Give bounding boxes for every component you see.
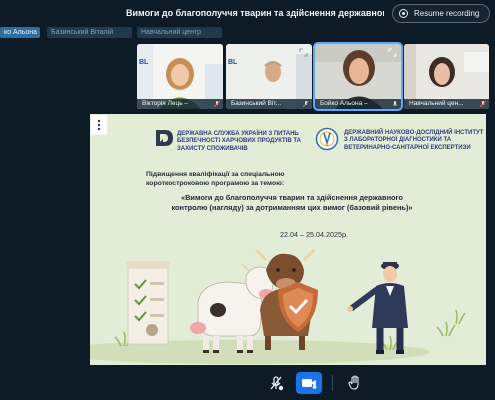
participant-tile[interactable]: BL Вікторія Лець –: [137, 44, 223, 109]
checklist-illustration: [126, 261, 170, 345]
raise-hand-button[interactable]: [342, 372, 368, 394]
camera-icon: [302, 379, 317, 389]
resume-recording-button[interactable]: Resume recording: [392, 4, 490, 23]
participant-name-bar: Бойко Альона –: [315, 99, 401, 109]
inspector-illustration: [347, 262, 408, 354]
top-bar: Вимоги до благополуччя тварин та здійсне…: [0, 0, 495, 28]
resume-recording-label: Resume recording: [414, 9, 480, 18]
participant-name: Вікторія Лець –: [142, 100, 189, 107]
record-icon: [399, 9, 408, 18]
participant-name-bar: Вікторія Лець –: [137, 99, 223, 109]
raise-hand-icon: [348, 375, 359, 390]
mic-muted-icon: [270, 376, 284, 391]
mic-muted-icon: [214, 101, 220, 107]
meeting-title: Вимоги до благополуччя тварин та здійсне…: [126, 8, 384, 18]
svg-text:BL: BL: [228, 59, 238, 66]
participant-name: Базинський Віт...: [231, 100, 282, 107]
microphone-button[interactable]: [263, 372, 289, 394]
mic-icon: [392, 101, 398, 107]
participant-name: Бойко Альона –: [320, 100, 368, 107]
participant-tile[interactable]: Навчальний цен...: [404, 44, 489, 109]
expand-icon[interactable]: [299, 48, 308, 57]
toolbar-divider: [332, 375, 333, 391]
more-options-icon: [97, 119, 101, 131]
participant-name-bar: Базинський Віт...: [226, 99, 312, 109]
speaker-chip[interactable]: Базинський Віталій: [47, 27, 132, 38]
participant-tile-active[interactable]: Бойко Альона –: [313, 42, 403, 111]
speaker-chip-active[interactable]: ко Альона: [0, 27, 40, 38]
meeting-window: Вимоги до благополуччя тварин та здійсне…: [0, 0, 495, 400]
svg-text:BL: BL: [139, 59, 149, 66]
participant-name-bar: Навчальний цен...: [404, 99, 489, 109]
participant-tile[interactable]: BL Базинський Віт...: [226, 44, 312, 109]
mic-muted-icon: [480, 101, 486, 107]
speaker-chip[interactable]: Навчальний центр: [137, 27, 222, 38]
participant-name: Навчальний цен...: [409, 100, 464, 107]
camera-button[interactable]: [296, 372, 322, 394]
expand-icon[interactable]: [388, 48, 397, 57]
mic-muted-icon: [303, 101, 309, 107]
shared-slide: ДЕРЖАВНА СЛУЖБА УКРАЇНИ З ПИТАНЬ БЕЗПЕЧН…: [90, 114, 486, 365]
slide-options-button[interactable]: [91, 115, 107, 135]
slide-illustration: [90, 248, 466, 364]
